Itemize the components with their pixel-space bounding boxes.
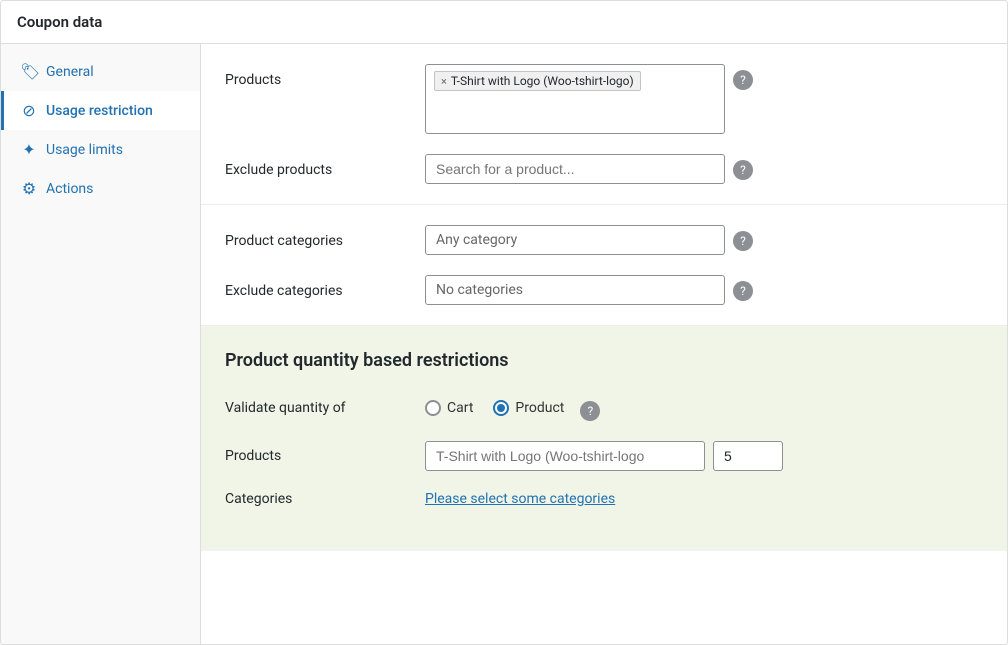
product-categories-value: Any category <box>436 232 517 248</box>
actions-icon: ⚙ <box>20 179 38 198</box>
quantity-products-field <box>425 441 783 471</box>
sidebar-label-usage-restriction: Usage restriction <box>46 103 153 119</box>
quantity-products-label: Products <box>225 448 425 464</box>
exclude-products-input[interactable] <box>425 154 725 184</box>
products-section: Products × T-Shirt with Logo (Woo-tshirt… <box>201 44 1007 205</box>
sidebar-item-general[interactable]: 🏷 General <box>1 52 200 91</box>
panel-title: Coupon data <box>1 1 1007 44</box>
quantity-categories-label: Categories <box>225 491 425 507</box>
general-icon: 🏷 <box>20 62 38 81</box>
product-input-row <box>425 441 783 471</box>
exclude-products-label: Exclude products <box>225 154 425 178</box>
usage-limits-icon: ✦ <box>20 140 38 159</box>
coupon-data-panel: Coupon data 🏷 General ⊘ Usage restrictio… <box>0 0 1008 645</box>
product-tag[interactable]: × T-Shirt with Logo (Woo-tshirt-logo) <box>434 71 641 91</box>
product-categories-field: Any category ? <box>425 225 983 255</box>
sidebar-label-general: General <box>46 64 94 80</box>
main-content: Products × T-Shirt with Logo (Woo-tshirt… <box>201 44 1007 644</box>
exclude-categories-row: Exclude categories No categories ? <box>225 275 983 305</box>
quantity-section-title: Product quantity based restrictions <box>225 350 983 371</box>
coupon-body: 🏷 General ⊘ Usage restriction ✦ Usage li… <box>1 44 1007 644</box>
products-help-icon[interactable]: ? <box>733 70 753 90</box>
quantity-products-input[interactable] <box>425 441 705 471</box>
categories-section: Product categories Any category ? Exclud… <box>201 205 1007 326</box>
sidebar-label-usage-limits: Usage limits <box>46 142 123 158</box>
radio-product-label: Product <box>515 400 564 416</box>
sidebar-item-actions[interactable]: ⚙ Actions <box>1 169 200 208</box>
radio-cart-circle[interactable] <box>425 400 441 416</box>
validate-quantity-help-icon[interactable]: ? <box>580 401 600 421</box>
validate-quantity-field: Cart Product ? <box>425 395 600 421</box>
products-tag-input[interactable]: × T-Shirt with Logo (Woo-tshirt-logo) <box>425 64 725 134</box>
products-label: Products <box>225 64 425 88</box>
exclude-categories-select[interactable]: No categories <box>425 275 725 305</box>
exclude-products-field: ? <box>425 154 983 184</box>
exclude-products-help-icon[interactable]: ? <box>733 160 753 180</box>
exclude-categories-help-icon[interactable]: ? <box>733 281 753 301</box>
categories-link[interactable]: Please select some categories <box>425 491 615 507</box>
validate-radio-group: Cart Product <box>425 400 564 416</box>
quantity-categories-field: Please select some categories <box>425 491 615 507</box>
quantity-products-row: Products <box>225 441 983 471</box>
product-categories-help-icon[interactable]: ? <box>733 231 753 251</box>
products-field: × T-Shirt with Logo (Woo-tshirt-logo) ? <box>425 64 983 134</box>
tag-label: T-Shirt with Logo (Woo-tshirt-logo) <box>451 74 634 88</box>
tag-remove-icon[interactable]: × <box>441 76 447 87</box>
products-row: Products × T-Shirt with Logo (Woo-tshirt… <box>225 64 983 134</box>
product-categories-label: Product categories <box>225 225 425 249</box>
quantity-number-input[interactable] <box>713 441 783 471</box>
sidebar-item-usage-limits[interactable]: ✦ Usage limits <box>1 130 200 169</box>
sidebar-item-usage-restriction[interactable]: ⊘ Usage restriction <box>1 91 200 130</box>
exclude-products-row: Exclude products ? <box>225 154 983 184</box>
quantity-restrictions-section: Product quantity based restrictions Vali… <box>201 326 1007 551</box>
radio-product-circle[interactable] <box>493 400 509 416</box>
radio-product-option[interactable]: Product <box>493 400 564 416</box>
usage-restriction-icon: ⊘ <box>20 101 38 120</box>
exclude-categories-field: No categories ? <box>425 275 983 305</box>
validate-quantity-label: Validate quantity of <box>225 400 425 416</box>
sidebar: 🏷 General ⊘ Usage restriction ✦ Usage li… <box>1 44 201 644</box>
validate-quantity-row: Validate quantity of Cart Product <box>225 395 983 421</box>
product-categories-row: Product categories Any category ? <box>225 225 983 255</box>
radio-cart-label: Cart <box>447 400 473 416</box>
radio-cart-option[interactable]: Cart <box>425 400 473 416</box>
exclude-categories-value: No categories <box>436 282 523 298</box>
product-categories-select[interactable]: Any category <box>425 225 725 255</box>
exclude-categories-label: Exclude categories <box>225 275 425 299</box>
quantity-categories-row: Categories Please select some categories <box>225 491 983 507</box>
sidebar-label-actions: Actions <box>46 181 93 197</box>
